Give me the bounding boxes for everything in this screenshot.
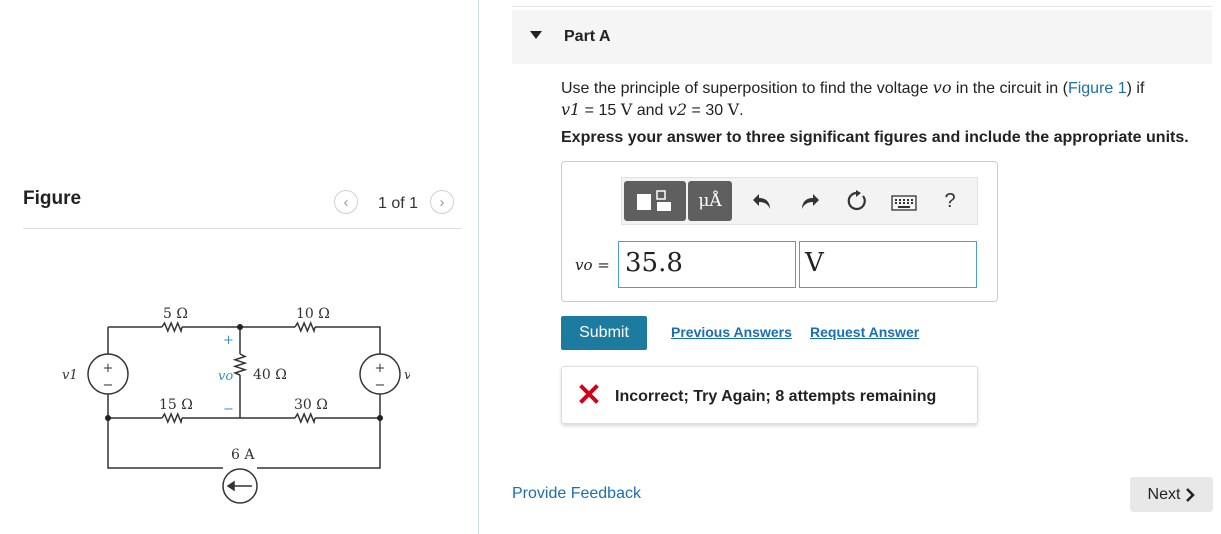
v1-unit: V [620, 100, 633, 119]
vo-minus-sign: − [223, 402, 234, 417]
next-figure-button[interactable]: › [430, 190, 454, 214]
previous-figure-button[interactable]: ‹ [334, 190, 358, 214]
request-answer-link[interactable]: Request Answer [810, 324, 919, 340]
resistor-30-label: 30 Ω [294, 397, 328, 413]
reset-icon [847, 190, 866, 211]
line-end: . [739, 102, 744, 119]
templates-button[interactable] [624, 181, 686, 221]
answer-value-input[interactable]: 35.8 [618, 241, 796, 288]
v2-value: = 30 [687, 102, 728, 119]
question-mid: in the circuit in ( [951, 80, 1068, 97]
next-button[interactable]: Next [1130, 477, 1213, 512]
redo-icon [802, 194, 819, 209]
figure-title: Figure [23, 188, 82, 209]
v2-minus-sign: − [375, 378, 386, 393]
v1-label: v1 [62, 368, 78, 383]
reset-button[interactable] [844, 188, 870, 214]
v2-plus-sign: + [375, 361, 386, 376]
incorrect-x-icon [579, 384, 599, 404]
figure-pager-text: 1 of 1 [378, 195, 419, 212]
vo-label: vo [218, 369, 233, 384]
resistor-40-label: 40 Ω [253, 367, 287, 383]
units-icon: μÅ [698, 191, 722, 211]
answer-unit-input[interactable]: V [799, 241, 977, 288]
v1-plus-sign: + [103, 361, 114, 376]
resistor-15-label: 15 Ω [159, 397, 193, 413]
and-text: and [632, 102, 668, 119]
v2-label: v2 [404, 368, 410, 383]
answer-variable-label: vo = [575, 256, 610, 274]
v1-value: = 15 [580, 102, 621, 119]
next-button-label: Next [1147, 485, 1181, 503]
redo-button[interactable] [798, 188, 822, 214]
help-button[interactable]: ? [940, 188, 960, 214]
keyboard-icon [891, 195, 917, 211]
circuit-diagram: + − + − 5 Ω 10 Ω 40 Ω 15 Ω 30 Ω 6 A v1 v… [62, 306, 410, 504]
figure-divider [23, 228, 461, 229]
figure-link[interactable]: Figure 1 [1068, 80, 1127, 97]
previous-answers-link[interactable]: Previous Answers [671, 324, 792, 340]
keyboard-button[interactable] [890, 194, 918, 212]
part-title: Part A [564, 28, 611, 45]
resistor-10-label: 10 Ω [296, 306, 330, 322]
chevron-right-icon [1186, 487, 1196, 502]
undo-icon [753, 194, 770, 209]
question-variable: vo [932, 78, 952, 97]
part-header[interactable] [512, 10, 1212, 64]
v2-symbol: v2 [667, 100, 688, 119]
templates-icon [637, 190, 671, 211]
question-pre: Use the principle of superposition to fi… [561, 80, 933, 97]
answer-variable-text: vo = [575, 256, 610, 274]
top-rule [512, 6, 1212, 7]
provide-feedback-link[interactable]: Provide Feedback [512, 485, 641, 503]
units-button[interactable]: μÅ [688, 181, 732, 221]
current-source-label: 6 A [231, 447, 255, 463]
pane-divider [478, 0, 479, 534]
v2-unit: V [727, 100, 740, 119]
v1-symbol: v1 [561, 100, 581, 119]
undo-button[interactable] [750, 188, 774, 214]
v1-minus-sign: − [103, 378, 114, 393]
feedback-message: Incorrect; Try Again; 8 attempts remaini… [615, 388, 937, 405]
question-post: ) if [1126, 80, 1145, 97]
chevron-left-icon: ‹ [343, 193, 349, 211]
chevron-right-icon: › [439, 193, 445, 211]
question-text: Use the principle of superposition to fi… [561, 77, 1181, 121]
submit-button[interactable]: Submit [561, 316, 647, 350]
help-icon: ? [944, 189, 956, 212]
collapse-caret-icon[interactable] [530, 31, 542, 39]
vo-plus-sign: + [223, 333, 234, 348]
instruction-text: Express your answer to three significant… [561, 129, 1189, 146]
resistor-5-label: 5 Ω [163, 306, 188, 322]
